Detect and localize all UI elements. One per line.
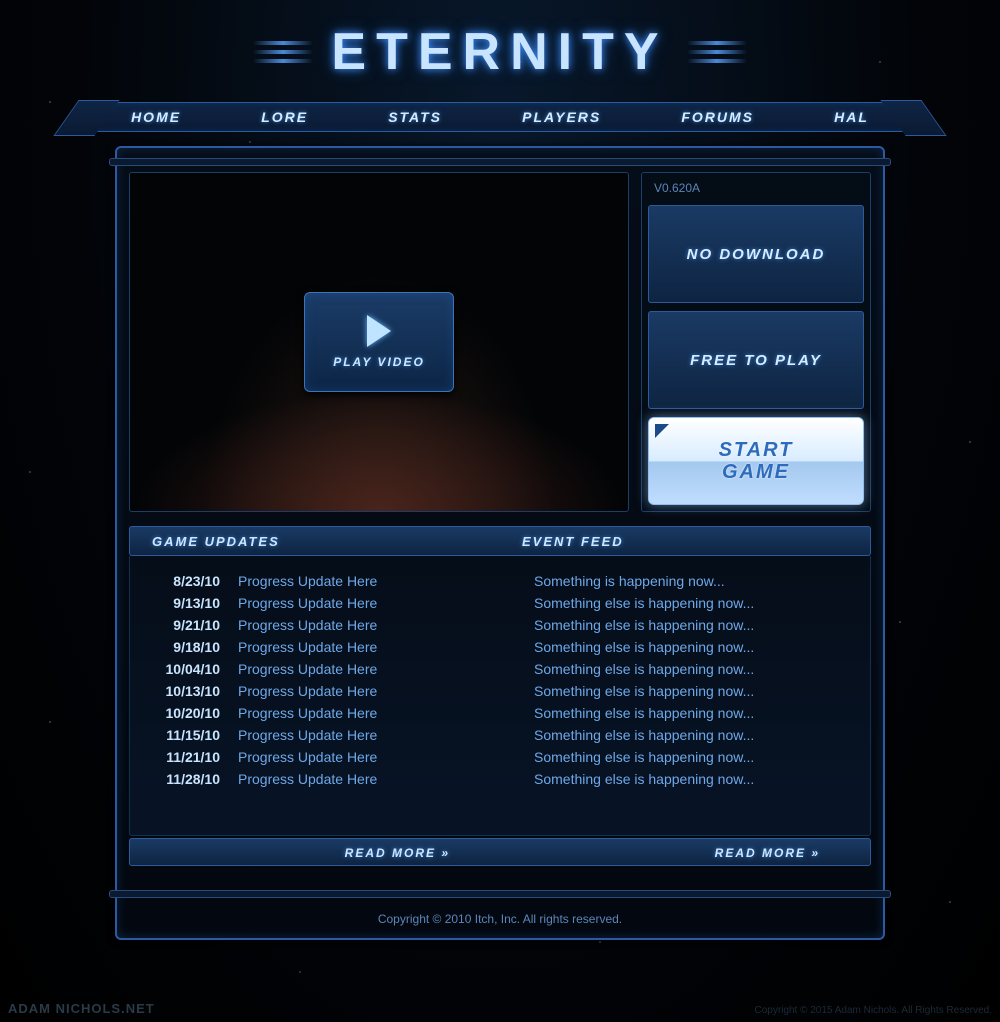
updates-header: GAME UPDATES: [130, 534, 500, 549]
update-date: 10/04/10: [150, 658, 220, 680]
feature-no-download[interactable]: NO DOWNLOAD: [648, 205, 864, 303]
update-text: Progress Update Here: [238, 570, 377, 592]
logo: ETERNITY: [0, 22, 1000, 82]
event-row[interactable]: Something else is happening now...: [520, 592, 850, 614]
event-row[interactable]: Something else is happening now...: [520, 680, 850, 702]
play-video-label: PLAY VIDEO: [333, 355, 425, 369]
feeds-body: 8/23/10 Progress Update Here 9/13/10 Progre…: [129, 556, 871, 836]
event-row[interactable]: Something else is happening now...: [520, 702, 850, 724]
feeds-header: GAME UPDATES EVENT FEED: [129, 526, 871, 556]
event-row[interactable]: Something is happening now...: [520, 570, 850, 592]
main-panel: PLAY VIDEO V0.620A NO DOWNLOAD FREE TO P…: [115, 146, 885, 940]
start-game-label: STARTGAME: [719, 439, 794, 483]
update-row[interactable]: 10/04/10 Progress Update Here: [150, 658, 480, 680]
watermark: ADAM NICHOLS.NET: [8, 1001, 155, 1016]
nav-home[interactable]: HOME: [131, 109, 181, 125]
nav-forums[interactable]: FORUMS: [681, 109, 754, 125]
update-date: 9/18/10: [150, 636, 220, 658]
update-row[interactable]: 10/13/10 Progress Update Here: [150, 680, 480, 702]
updates-column: 8/23/10 Progress Update Here 9/13/10 Progre…: [130, 570, 500, 821]
update-row[interactable]: 11/21/10 Progress Update Here: [150, 746, 480, 768]
version-label: V0.620A: [648, 179, 864, 197]
side-panel: V0.620A NO DOWNLOAD FREE TO PLAY STARTGA…: [641, 172, 871, 512]
update-date: 10/20/10: [150, 702, 220, 724]
updates-read-more[interactable]: READ MORE »: [130, 839, 500, 865]
update-row[interactable]: 10/20/10 Progress Update Here: [150, 702, 480, 724]
event-row[interactable]: Something else is happening now...: [520, 658, 850, 680]
event-row[interactable]: Something else is happening now...: [520, 614, 850, 636]
event-row[interactable]: Something else is happening now...: [520, 768, 850, 790]
nav-hal[interactable]: HAL: [834, 109, 869, 125]
video-preview: PLAY VIDEO: [129, 172, 629, 512]
update-date: 9/21/10: [150, 614, 220, 636]
update-date: 11/21/10: [150, 746, 220, 768]
update-text: Progress Update Here: [238, 614, 377, 636]
nav-lore[interactable]: LORE: [261, 109, 308, 125]
update-date: 11/15/10: [150, 724, 220, 746]
logo-wing-right-icon: [687, 41, 747, 63]
update-text: Progress Update Here: [238, 636, 377, 658]
update-row[interactable]: 9/13/10 Progress Update Here: [150, 592, 480, 614]
update-text: Progress Update Here: [238, 592, 377, 614]
update-row[interactable]: 9/21/10 Progress Update Here: [150, 614, 480, 636]
update-row[interactable]: 8/23/10 Progress Update Here: [150, 570, 480, 592]
copyright: Copyright © 2010 Itch, Inc. All rights r…: [117, 912, 883, 926]
feature-free-to-play[interactable]: FREE TO PLAY: [648, 311, 864, 409]
update-date: 11/28/10: [150, 768, 220, 790]
feeds-footer: READ MORE » READ MORE »: [129, 838, 871, 866]
play-video-button[interactable]: PLAY VIDEO: [304, 292, 454, 392]
update-text: Progress Update Here: [238, 746, 377, 768]
update-text: Progress Update Here: [238, 702, 377, 724]
update-date: 9/13/10: [150, 592, 220, 614]
credit: Copyright © 2015 Adam Nichols. All Right…: [755, 1005, 992, 1016]
update-row[interactable]: 11/15/10 Progress Update Here: [150, 724, 480, 746]
logo-text: ETERNITY: [331, 22, 668, 82]
update-text: Progress Update Here: [238, 768, 377, 790]
logo-wing-left-icon: [253, 41, 313, 63]
update-row[interactable]: 9/18/10 Progress Update Here: [150, 636, 480, 658]
update-date: 10/13/10: [150, 680, 220, 702]
update-text: Progress Update Here: [238, 724, 377, 746]
event-row[interactable]: Something else is happening now...: [520, 636, 850, 658]
events-header: EVENT FEED: [500, 534, 870, 549]
main-nav: HOME LORE STATS PLAYERS FORUMS HAL: [90, 102, 910, 132]
event-row[interactable]: Something else is happening now...: [520, 724, 850, 746]
nav-stats[interactable]: STATS: [388, 109, 442, 125]
events-read-more[interactable]: READ MORE »: [500, 839, 870, 865]
update-date: 8/23/10: [150, 570, 220, 592]
update-text: Progress Update Here: [238, 658, 377, 680]
nav-players[interactable]: PLAYERS: [522, 109, 601, 125]
update-text: Progress Update Here: [238, 680, 377, 702]
events-column: Something is happening now...Something e…: [500, 570, 870, 821]
start-game-button[interactable]: STARTGAME: [648, 417, 864, 505]
update-row[interactable]: 11/28/10 Progress Update Here: [150, 768, 480, 790]
play-icon: [367, 315, 391, 347]
event-row[interactable]: Something else is happening now...: [520, 746, 850, 768]
